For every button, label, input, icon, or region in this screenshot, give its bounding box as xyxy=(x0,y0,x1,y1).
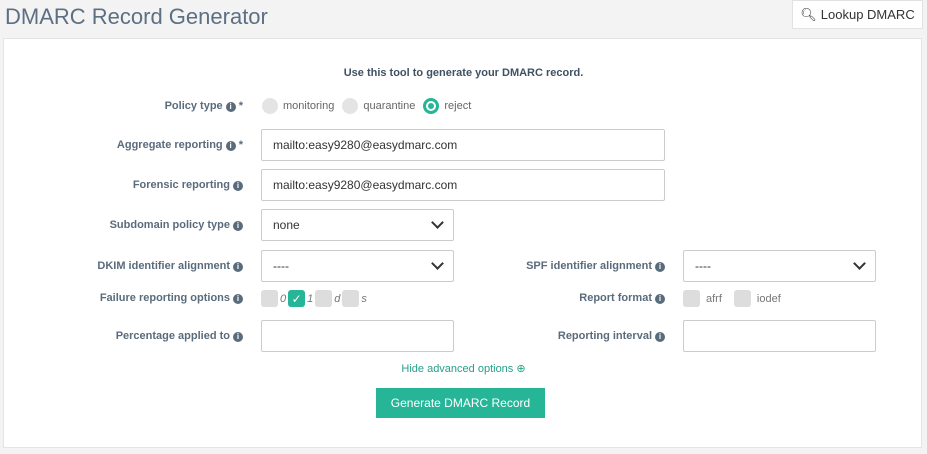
reporting-interval-input[interactable] xyxy=(683,320,876,352)
subdomain-policy-select[interactable]: none xyxy=(261,209,454,241)
report-format-options: afrf iodef xyxy=(683,290,783,307)
report-format-iodef[interactable]: iodef xyxy=(733,290,781,307)
radio-quarantine[interactable]: quarantine xyxy=(342,98,415,114)
info-icon: i xyxy=(225,102,236,112)
percentage-label: Percentage applied to i xyxy=(116,330,243,342)
chevron-down-icon xyxy=(431,257,444,270)
chevron-down-icon xyxy=(431,216,444,229)
radio-monitoring[interactable]: monitoring xyxy=(262,98,334,114)
check-icon: ✓ xyxy=(288,290,306,307)
failure-option-s[interactable]: s xyxy=(342,290,367,307)
lookup-dmarc-button[interactable]: 🔍︎ Lookup DMARC xyxy=(792,0,923,29)
failure-options: 0 ✓ 1 d s xyxy=(261,290,369,307)
percentage-input[interactable] xyxy=(261,320,454,352)
aggregate-reporting-label: Aggregate reporting i * xyxy=(116,139,243,151)
aggregate-reporting-input[interactable]: mailto:easy9280@easydmarc.com xyxy=(261,129,665,161)
lookup-label: Lookup DMARC xyxy=(820,7,915,22)
report-format-label: Report format i xyxy=(579,292,665,304)
info-icon: i xyxy=(225,141,236,151)
spf-alignment-select[interactable]: ---- xyxy=(683,250,876,282)
policy-type-label: Policy type i * xyxy=(164,100,243,112)
search-icon: 🔍︎ xyxy=(800,6,817,22)
info-icon: i xyxy=(233,332,243,342)
info-icon: i xyxy=(233,181,243,191)
info-icon: i xyxy=(655,262,665,272)
info-icon: i xyxy=(233,221,243,231)
report-format-afrf[interactable]: afrf xyxy=(683,290,722,307)
failure-option-0[interactable]: 0 xyxy=(261,290,286,307)
info-icon: i xyxy=(655,332,665,342)
info-icon: i xyxy=(233,262,243,272)
dkim-alignment-label: DKIM identifier alignment i xyxy=(97,260,243,272)
chevron-up-circle-icon: ⊕ xyxy=(516,363,526,375)
page-title: DMARC Record Generator xyxy=(5,4,268,29)
dkim-alignment-select[interactable]: ---- xyxy=(261,250,454,282)
forensic-reporting-input[interactable]: mailto:easy9280@easydmarc.com xyxy=(261,169,665,201)
chevron-down-icon xyxy=(853,257,866,270)
policy-type-radios: monitoring quarantine reject xyxy=(262,98,479,114)
failure-reporting-label: Failure reporting options i xyxy=(100,292,243,304)
spf-alignment-label: SPF identifier alignment i xyxy=(526,260,665,272)
radio-reject[interactable]: reject xyxy=(423,98,471,114)
intro-text: Use this tool to generate your DMARC rec… xyxy=(343,67,584,79)
info-icon: i xyxy=(233,294,243,304)
subdomain-policy-label: Subdomain policy type i xyxy=(110,219,243,231)
failure-option-d[interactable]: d xyxy=(315,290,340,307)
info-icon: i xyxy=(655,294,665,304)
failure-option-1[interactable]: ✓ 1 xyxy=(288,290,313,307)
generate-dmarc-button[interactable]: Generate DMARC Record xyxy=(376,388,545,418)
reporting-interval-label: Reporting interval i xyxy=(558,330,665,342)
hide-advanced-options-link[interactable]: Hide advanced options ⊕ xyxy=(0,362,927,375)
forensic-reporting-label: Forensic reporting i xyxy=(133,179,243,191)
